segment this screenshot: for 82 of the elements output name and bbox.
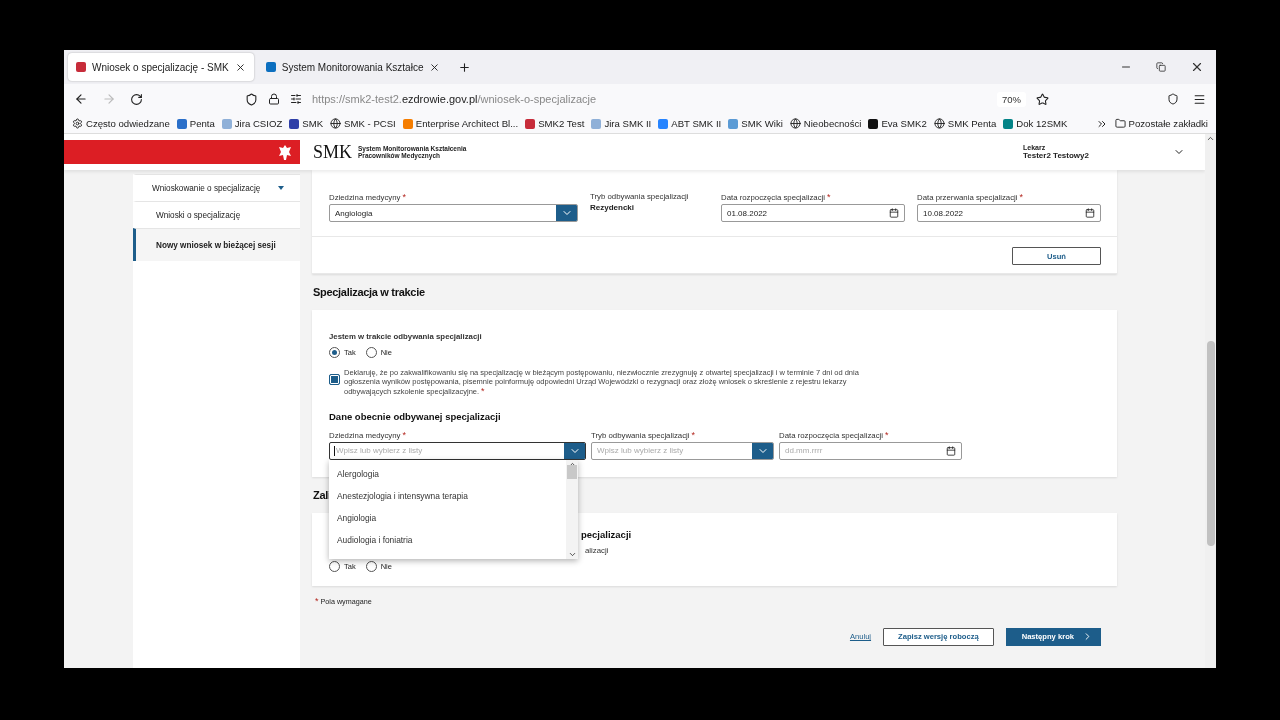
required-mark: * [827, 192, 831, 202]
site-icon [176, 118, 187, 129]
site-icon [289, 118, 300, 129]
globe-icon [330, 118, 342, 129]
dropdown-option[interactable]: Audiologia i foniatria [329, 529, 566, 552]
caret-icon [278, 186, 284, 190]
restore-icon[interactable] [1156, 62, 1166, 72]
bookmark[interactable]: SMK2 Test [525, 118, 585, 129]
bookmark-folder[interactable]: Pozostałe zakładki [1114, 118, 1208, 129]
menu-icon[interactable] [1193, 92, 1206, 106]
bookmark[interactable]: Jira SMK II [591, 118, 652, 129]
card-heading: pecjalizacji [581, 528, 632, 540]
radio-button[interactable] [365, 347, 377, 358]
star-icon[interactable] [1036, 92, 1049, 106]
required-mark: * [885, 429, 889, 440]
globe-icon [933, 118, 945, 129]
scrollbar-thumb[interactable] [1206, 341, 1215, 546]
user-name[interactable]: Tester2 Testowy2 [1023, 151, 1173, 160]
checkbox[interactable] [329, 374, 340, 385]
permissions-icon[interactable] [290, 93, 302, 105]
select-field[interactable]: Angiologia [329, 204, 578, 222]
bookmark[interactable]: Eva SMK2 [868, 118, 927, 129]
sidebar-item[interactable]: Nowy wniosek w bieżącej sesji [133, 228, 300, 261]
bookmark[interactable]: Penta [176, 118, 215, 129]
section-heading: Specjalizacja w trakcie [312, 285, 426, 300]
dropdown-option[interactable]: Alergologia [329, 463, 566, 486]
site-icon [402, 118, 413, 129]
close-icon[interactable] [1190, 60, 1204, 74]
site-icon [1003, 118, 1014, 129]
required-mark: * [691, 429, 696, 440]
url-field[interactable]: https://smk2-test2.ezdrowie.gov.pl/wniosek-o-specjalizacje [312, 93, 597, 105]
browser-tab[interactable]: Wniosek o specjalizację - SMK [68, 53, 254, 81]
shield-icon[interactable] [245, 92, 258, 106]
bookmark[interactable]: SMK [289, 118, 324, 129]
scrollbar-thumb[interactable] [567, 465, 577, 480]
subsection-heading: Dane obecnie odbywanej specjalizacji [329, 410, 502, 422]
required-mark: * [402, 429, 407, 440]
text-cursor [334, 445, 335, 456]
radio-button[interactable] [365, 560, 377, 572]
calendar-icon [1085, 208, 1095, 218]
radio-button[interactable] [329, 347, 340, 358]
site-icon [728, 118, 739, 129]
reload-icon[interactable] [130, 92, 143, 106]
bookmark[interactable]: Nieobecności [789, 118, 862, 129]
required-mark: * [1019, 192, 1024, 202]
site-icon [591, 118, 602, 129]
logo[interactable]: SMK [313, 141, 352, 163]
date-field[interactable]: 01.08.2022 [721, 204, 905, 222]
globe-icon [789, 118, 801, 129]
bookmark[interactable]: SMK Penta [933, 118, 997, 129]
calendar-icon [946, 445, 956, 456]
field-value: Rezydencki [590, 203, 636, 212]
site-icon [525, 118, 536, 129]
bookmark[interactable]: SMK Wiki [728, 118, 783, 129]
bookmark[interactable]: SMK - PCSI [330, 118, 396, 129]
browser-tab[interactable]: System Monitorowania Kształce [257, 53, 449, 81]
site-icon [221, 118, 232, 129]
site-icon [868, 118, 879, 129]
gear-icon [72, 118, 83, 129]
back-icon[interactable] [74, 92, 88, 106]
folder-icon [1114, 118, 1126, 129]
pocket-icon[interactable] [1167, 93, 1179, 105]
new-tab-icon[interactable] [458, 60, 472, 74]
bookmark[interactable]: Enterprise Architect Bl... [402, 118, 519, 129]
bookmark[interactable]: ABT SMK II [658, 118, 722, 129]
bookmark[interactable]: Często odwiedzane [72, 118, 170, 129]
scrollbar[interactable] [566, 459, 578, 559]
bookmark[interactable]: Jira CSIOZ [221, 118, 283, 129]
close-icon[interactable] [234, 61, 246, 73]
required-mark: * [402, 192, 407, 202]
site-icon [76, 62, 86, 72]
bookmark[interactable]: Dok 12SMK [1003, 118, 1068, 129]
lock-icon[interactable] [268, 93, 280, 105]
close-icon[interactable] [429, 61, 441, 73]
site-icon [265, 62, 276, 72]
zoom-level[interactable]: 70% [997, 91, 1026, 107]
site-icon [658, 118, 669, 129]
dropdown-option[interactable]: Anestezjologia i intensywna terapia [329, 485, 566, 508]
date-field[interactable]: 10.08.2022 [917, 204, 1101, 222]
calendar-icon [889, 208, 899, 218]
dropdown-option[interactable]: Angiologia [329, 507, 566, 530]
radio-button[interactable] [329, 560, 340, 572]
